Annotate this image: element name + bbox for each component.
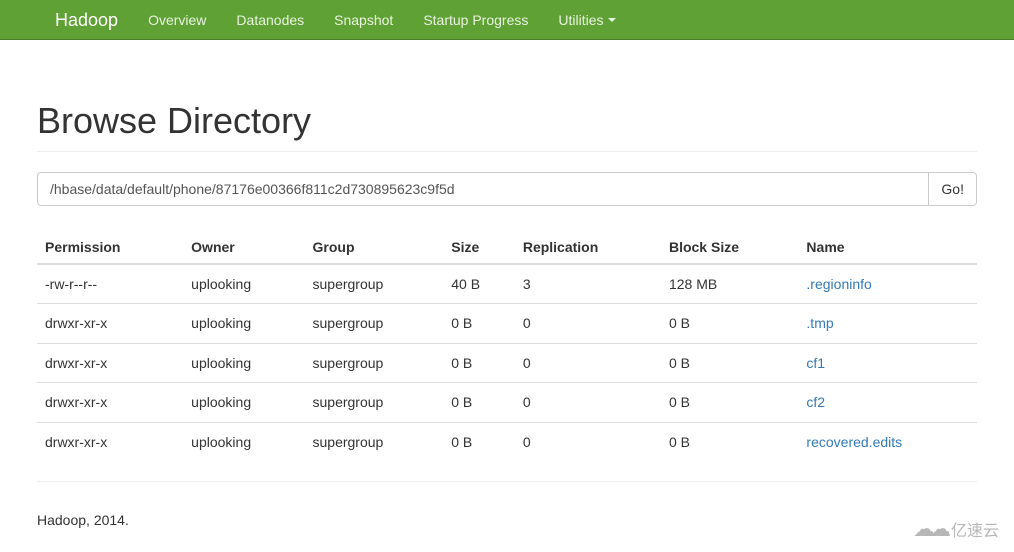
nav-item-datanodes[interactable]: Datanodes: [221, 0, 319, 40]
nav-item-utilities[interactable]: Utilities: [543, 0, 630, 40]
table-row: drwxr-xr-xuplookingsupergroup0 B00 Breco…: [37, 422, 977, 461]
table-row: -rw-r--r--uplookingsupergroup40 B3128 MB…: [37, 264, 977, 304]
cell-block_size: 128 MB: [661, 264, 798, 304]
cell-block_size: 0 B: [661, 383, 798, 422]
table-row: drwxr-xr-xuplookingsupergroup0 B00 Bcf2: [37, 383, 977, 422]
cell-permission: drwxr-xr-x: [37, 383, 183, 422]
cell-block_size: 0 B: [661, 304, 798, 343]
file-link[interactable]: cf2: [806, 394, 825, 410]
cell-name: .regioninfo: [798, 264, 977, 304]
cell-size: 0 B: [443, 383, 515, 422]
path-input-group: Go!: [37, 172, 977, 206]
cell-owner: uplooking: [183, 264, 304, 304]
nav-item-startup-progress[interactable]: Startup Progress: [408, 0, 543, 40]
nav-list: OverviewDatanodesSnapshotStartup Progres…: [133, 0, 630, 40]
col-permission: Permission: [37, 231, 183, 264]
footer-divider: [37, 481, 977, 482]
cell-group: supergroup: [305, 304, 444, 343]
table-body: -rw-r--r--uplookingsupergroup40 B3128 MB…: [37, 264, 977, 461]
cell-name: .tmp: [798, 304, 977, 343]
cell-owner: uplooking: [183, 383, 304, 422]
cell-owner: uplooking: [183, 304, 304, 343]
nav-item-snapshot[interactable]: Snapshot: [319, 0, 408, 40]
file-link[interactable]: .tmp: [806, 315, 833, 331]
navbar: Hadoop OverviewDatanodesSnapshotStartup …: [0, 0, 1014, 40]
cell-size: 0 B: [443, 422, 515, 461]
file-link[interactable]: recovered.edits: [806, 434, 902, 450]
cell-size: 0 B: [443, 343, 515, 382]
table-header-row: PermissionOwnerGroupSizeReplicationBlock…: [37, 231, 977, 264]
col-block-size: Block Size: [661, 231, 798, 264]
cell-name: cf1: [798, 343, 977, 382]
cloud-icon: ☁☁: [913, 516, 945, 542]
cell-size: 40 B: [443, 264, 515, 304]
cell-permission: drwxr-xr-x: [37, 422, 183, 461]
cell-permission: drwxr-xr-x: [37, 304, 183, 343]
cell-replication: 0: [515, 304, 661, 343]
go-button[interactable]: Go!: [928, 172, 977, 206]
cell-replication: 3: [515, 264, 661, 304]
cell-size: 0 B: [443, 304, 515, 343]
col-group: Group: [305, 231, 444, 264]
cell-group: supergroup: [305, 264, 444, 304]
cell-group: supergroup: [305, 343, 444, 382]
col-owner: Owner: [183, 231, 304, 264]
watermark: ☁☁ 亿速云: [913, 516, 999, 542]
watermark-text: 亿速云: [951, 517, 999, 541]
brand-link[interactable]: Hadoop: [15, 0, 133, 40]
footer-text: Hadoop, 2014.: [37, 502, 977, 548]
file-link[interactable]: cf1: [806, 355, 825, 371]
file-table: PermissionOwnerGroupSizeReplicationBlock…: [37, 231, 977, 461]
cell-owner: uplooking: [183, 422, 304, 461]
cell-group: supergroup: [305, 383, 444, 422]
cell-replication: 0: [515, 383, 661, 422]
col-name: Name: [798, 231, 977, 264]
col-size: Size: [443, 231, 515, 264]
chevron-down-icon: [608, 18, 616, 22]
col-replication: Replication: [515, 231, 661, 264]
page-title: Browse Directory: [37, 100, 977, 142]
main-container: Browse Directory Go! PermissionOwnerGrou…: [22, 60, 992, 548]
cell-permission: -rw-r--r--: [37, 264, 183, 304]
cell-block_size: 0 B: [661, 343, 798, 382]
nav-item-overview[interactable]: Overview: [133, 0, 221, 40]
cell-name: cf2: [798, 383, 977, 422]
table-row: drwxr-xr-xuplookingsupergroup0 B00 Bcf1: [37, 343, 977, 382]
cell-permission: drwxr-xr-x: [37, 343, 183, 382]
table-row: drwxr-xr-xuplookingsupergroup0 B00 B.tmp: [37, 304, 977, 343]
cell-replication: 0: [515, 343, 661, 382]
file-link[interactable]: .regioninfo: [806, 276, 871, 292]
page-header: Browse Directory: [37, 60, 977, 152]
cell-replication: 0: [515, 422, 661, 461]
path-input[interactable]: [37, 172, 928, 206]
cell-name: recovered.edits: [798, 422, 977, 461]
cell-group: supergroup: [305, 422, 444, 461]
cell-block_size: 0 B: [661, 422, 798, 461]
cell-owner: uplooking: [183, 343, 304, 382]
